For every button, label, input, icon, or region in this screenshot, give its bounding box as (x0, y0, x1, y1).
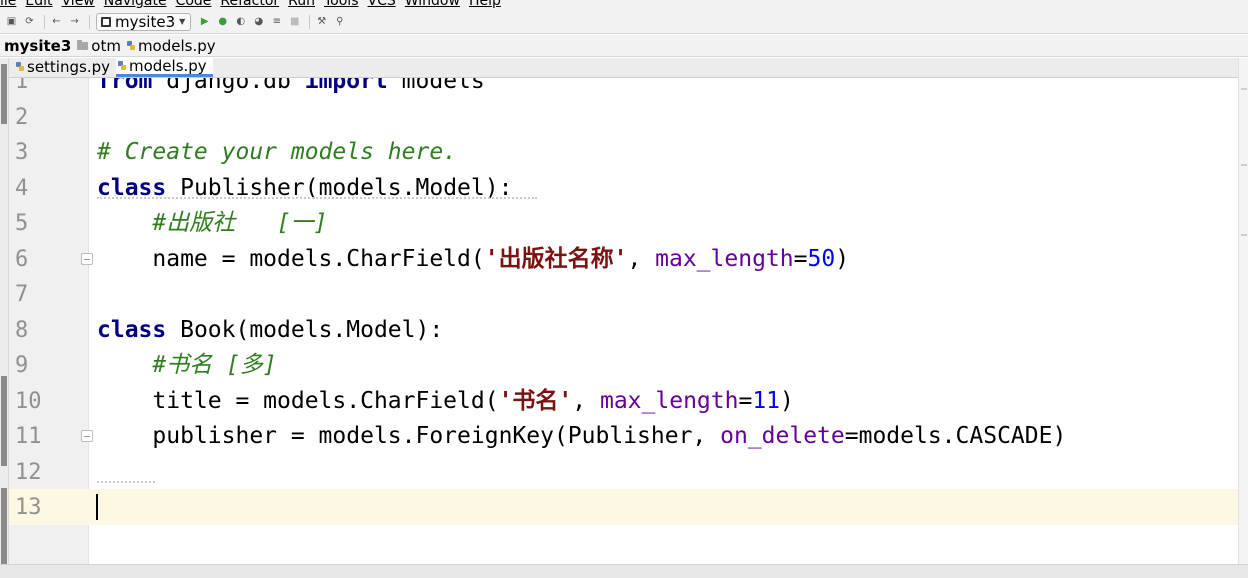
error-stripe-mark[interactable] (1241, 88, 1247, 90)
breadcrumb-file-label: models.py (137, 36, 216, 55)
wrench-icon[interactable]: ⚒ (316, 16, 327, 27)
forward-icon[interactable]: → (69, 16, 80, 27)
debug-icon[interactable]: ● (217, 16, 228, 27)
sync-icon[interactable]: ⟳ (24, 16, 35, 27)
menu-edit[interactable]: Edit (25, 0, 52, 10)
line-number: 5 (15, 211, 29, 236)
inspection-underline (97, 481, 155, 483)
toolbar-divider (44, 14, 45, 29)
concurrency-icon[interactable]: ≡ (271, 16, 282, 27)
code-line-8: class Book(models.Model): (97, 316, 444, 343)
search-icon[interactable]: ⚲ (334, 16, 345, 27)
folder-icon (77, 39, 89, 50)
status-bar (0, 564, 1248, 578)
project-tool-button[interactable] (1, 64, 7, 124)
menu-refactor[interactable]: Refactor (220, 0, 279, 10)
menu-file[interactable]: ile (0, 0, 16, 10)
menu-view[interactable]: View (62, 0, 95, 10)
breadcrumb-folder[interactable]: otm (77, 37, 121, 55)
coverage-icon[interactable]: ◐ (235, 16, 246, 27)
code-line-3: # Create your models here. (97, 139, 458, 165)
python-file-icon (126, 40, 135, 51)
menu-code[interactable]: Code (176, 0, 212, 10)
breadcrumb-folder-label: otm (91, 36, 121, 55)
menu-run[interactable]: Run (288, 0, 315, 10)
inspection-underline (97, 197, 537, 199)
code-area[interactable]: from django.db import models # Create yo… (89, 78, 1238, 564)
favorites-tool-button[interactable] (1, 488, 7, 573)
tab-label: settings.py (27, 58, 110, 76)
left-tool-strip (0, 58, 9, 578)
text-caret (96, 494, 98, 520)
code-editor[interactable]: 1 2 3 4 5 6 7 8 9 10 11 12 13 from djang… (9, 78, 1238, 564)
code-line-10: title = models.CharField('书名', max_lengt… (97, 387, 794, 414)
line-number: 8 (15, 317, 29, 343)
tab-label: models.py (128, 58, 207, 75)
line-number: 9 (15, 353, 29, 378)
code-line-6: name = models.CharField('出版社名称', max_len… (97, 245, 850, 272)
line-number: 11 (15, 424, 42, 449)
toolbar-divider (309, 14, 311, 29)
code-line-4: class Publisher(models.Model): (97, 174, 513, 201)
menu-window[interactable]: Window (405, 0, 460, 10)
menu-navigate[interactable]: Navigate (104, 0, 167, 10)
line-number: 6 (15, 246, 29, 272)
error-stripe-mark[interactable] (1241, 164, 1247, 166)
toolbar: ▣ ⟳ ← → mysite3 ▼ ▶ ● ◐ ◕ ≡ ■ ⚒ ⚲ (0, 10, 1248, 34)
tab-models-py[interactable]: models.py (115, 58, 213, 77)
line-number: 10 (15, 388, 42, 414)
django-icon (101, 16, 111, 27)
tab-settings-py[interactable]: settings.py (14, 58, 116, 77)
line-number: 13 (15, 495, 42, 520)
run-configuration-label: mysite3 (115, 12, 176, 31)
code-line-9: #书名 [多] (97, 352, 277, 378)
toolbar-divider (89, 14, 90, 29)
line-number: 4 (15, 175, 29, 201)
python-file-icon (16, 62, 24, 72)
error-stripe-mark[interactable] (1241, 234, 1247, 236)
breadcrumb-project[interactable]: mysite3 (4, 37, 71, 55)
breadcrumb: mysite3 otm models.py (0, 35, 1248, 57)
chevron-down-icon: ▼ (179, 17, 186, 26)
line-number: 12 (15, 459, 42, 485)
code-line-1: from django.db import models (97, 78, 485, 94)
line-number: 1 (15, 78, 29, 94)
line-number: 2 (15, 104, 29, 130)
run-configuration-dropdown[interactable]: mysite3 ▼ (96, 12, 192, 31)
stop-icon[interactable]: ■ (289, 16, 300, 27)
save-icon[interactable]: ▣ (6, 16, 17, 27)
menu-tools[interactable]: Tools (324, 0, 359, 10)
editor-tabs: settings.py models.py (0, 58, 1248, 78)
code-line-5: #出版社 [一] (97, 210, 328, 236)
back-icon[interactable]: ← (51, 16, 62, 27)
menu-vcs[interactable]: VCS (368, 0, 396, 10)
menu-bar: ile Edit View Navigate Code Refactor Run Tools V… (0, 0, 1248, 10)
code-line-11: publisher = models.ForeignKey(Publisher,… (97, 423, 1067, 449)
line-number: 7 (15, 282, 29, 307)
menu-help[interactable]: Help (469, 0, 501, 10)
python-file-icon (117, 60, 126, 71)
breadcrumb-file[interactable]: models.py (126, 36, 216, 55)
error-stripe[interactable] (1238, 58, 1248, 578)
profile-icon[interactable]: ◕ (253, 16, 264, 27)
line-number: 3 (15, 140, 29, 165)
structure-tool-button[interactable] (1, 376, 7, 466)
run-icon[interactable]: ▶ (199, 16, 210, 27)
